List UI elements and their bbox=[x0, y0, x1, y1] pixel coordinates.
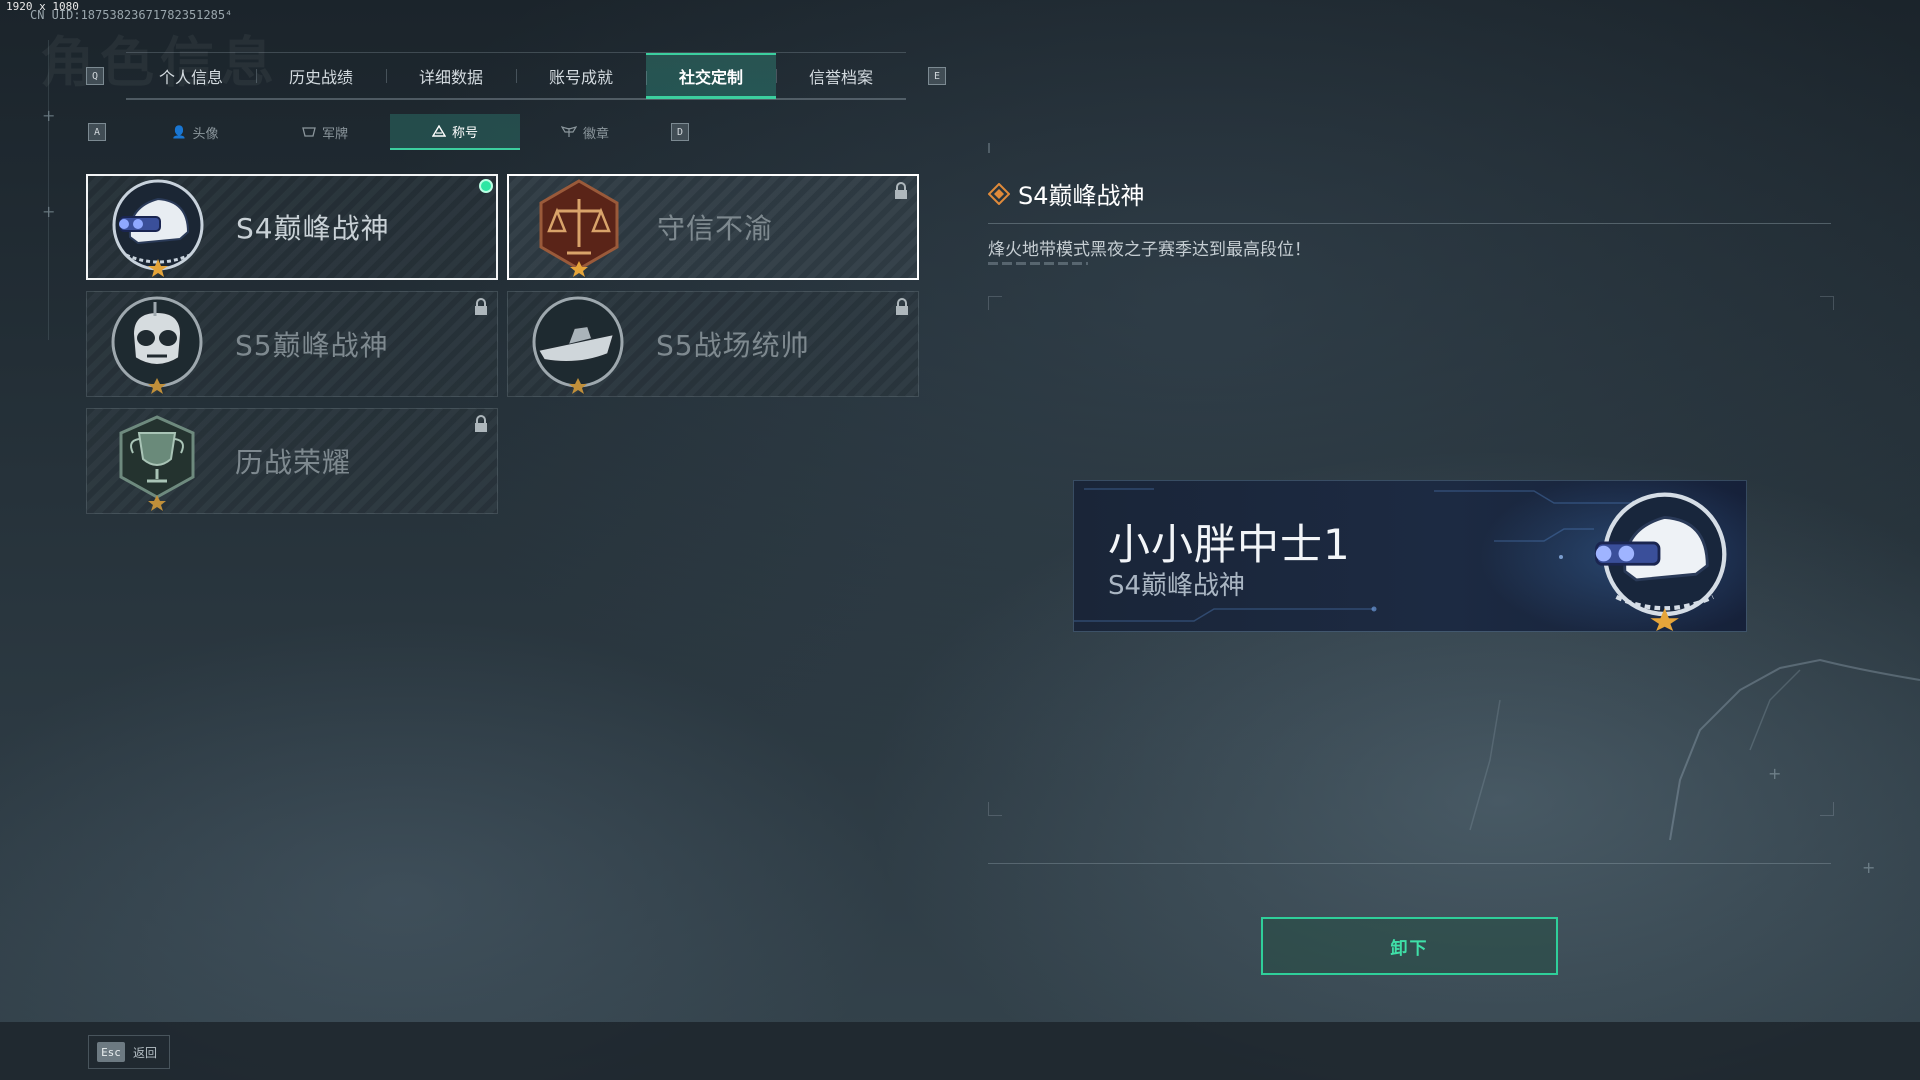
subtab-label: 军牌 bbox=[321, 126, 348, 142]
esc-key: Esc bbox=[97, 1042, 125, 1062]
diamond-icon bbox=[988, 182, 1010, 205]
tab-achievements[interactable]: 账号成就 bbox=[516, 53, 646, 99]
unequip-button[interactable]: 卸下 bbox=[1261, 917, 1558, 975]
skull-mask-emblem bbox=[111, 296, 203, 394]
subtab-badge[interactable]: 徽章 bbox=[520, 114, 650, 150]
wings-icon bbox=[560, 126, 577, 137]
plus-marker-icon: + bbox=[42, 202, 56, 221]
subtab-label: 徽章 bbox=[582, 126, 609, 142]
lock-icon bbox=[896, 298, 908, 315]
prev-subtab-key[interactable]: A bbox=[88, 123, 106, 141]
title-card-label: 历战荣耀 bbox=[235, 446, 352, 479]
detail-title: S4巅峰战神 bbox=[1018, 182, 1145, 210]
lightning-decoration bbox=[1469, 658, 1920, 841]
triangle-icon bbox=[431, 125, 446, 137]
sub-tab-bar: 👤 头像 军牌 称号 徽章 bbox=[130, 114, 650, 150]
warship-emblem bbox=[532, 296, 624, 394]
title-card-keep-faith[interactable]: 守信不渝 bbox=[507, 174, 919, 280]
detail-description: 烽火地带模式黑夜之子赛季达到最高段位！ bbox=[988, 240, 1311, 260]
title-card-label: 守信不渝 bbox=[657, 212, 774, 245]
next-tab-key[interactable]: E bbox=[928, 67, 946, 85]
lock-icon bbox=[475, 298, 487, 315]
nameplate-preview: 小小胖中士1 S4巅峰战神 bbox=[1074, 481, 1746, 631]
tab-history[interactable]: 历史战绩 bbox=[256, 53, 386, 99]
helmet-nightvision-emblem bbox=[112, 179, 204, 277]
lock-icon bbox=[475, 415, 487, 432]
title-card-s4-peak-god[interactable]: S4巅峰战神 bbox=[86, 174, 498, 280]
back-label: 返回 bbox=[133, 1045, 158, 1060]
nameplate-title: S4巅峰战神 bbox=[1108, 571, 1246, 601]
scales-emblem bbox=[539, 179, 619, 277]
frame-corner bbox=[1820, 296, 1834, 310]
tab-reputation[interactable]: 信誉档案 bbox=[776, 53, 906, 99]
person-icon: 👤 bbox=[171, 125, 187, 139]
subtab-title[interactable]: 称号 bbox=[390, 114, 520, 150]
subtab-label: 称号 bbox=[451, 125, 478, 141]
title-card-label: S5巅峰战神 bbox=[235, 329, 389, 362]
subtab-avatar[interactable]: 👤 头像 bbox=[130, 114, 260, 150]
equipped-indicator bbox=[479, 179, 493, 193]
back-button[interactable]: Esc 返回 bbox=[88, 1035, 170, 1069]
bottom-bar bbox=[0, 1022, 1920, 1080]
player-name: 小小胖中士1 bbox=[1108, 520, 1351, 569]
title-card-label: S5战场统帅 bbox=[656, 329, 810, 362]
dogtag-icon bbox=[302, 127, 316, 137]
frame-corner bbox=[988, 296, 1002, 310]
divider bbox=[988, 223, 1831, 224]
detail-marker bbox=[988, 143, 990, 153]
plus-marker-icon: + bbox=[42, 106, 56, 125]
title-card-battle-glory[interactable]: 历战荣耀 bbox=[86, 408, 498, 514]
title-card-s5-peak-god[interactable]: S5巅峰战神 bbox=[86, 291, 498, 397]
tab-detailed-data[interactable]: 详细数据 bbox=[386, 53, 516, 99]
subtab-dogtag[interactable]: 军牌 bbox=[260, 114, 390, 150]
prev-tab-key[interactable]: Q bbox=[86, 67, 104, 85]
lock-icon bbox=[895, 182, 907, 199]
frame-corner bbox=[988, 802, 1002, 816]
tab-personal-info[interactable]: 个人信息 bbox=[126, 53, 256, 99]
tab-social-custom[interactable]: 社交定制 bbox=[646, 53, 776, 99]
next-subtab-key[interactable]: D bbox=[671, 123, 689, 141]
detail-header: S4巅峰战神 bbox=[988, 176, 1145, 211]
divider bbox=[988, 863, 1831, 864]
subtab-label: 头像 bbox=[192, 126, 219, 142]
divider bbox=[988, 262, 1088, 265]
title-card-s5-commander[interactable]: S5战场统帅 bbox=[507, 291, 919, 397]
main-tab-bar: 个人信息 历史战绩 详细数据 账号成就 社交定制 信誉档案 bbox=[126, 52, 906, 100]
helmet-nightvision-emblem bbox=[1595, 492, 1727, 631]
title-card-label: S4巅峰战神 bbox=[236, 212, 390, 245]
trophy-emblem bbox=[119, 415, 195, 511]
left-guide-line bbox=[48, 40, 49, 340]
